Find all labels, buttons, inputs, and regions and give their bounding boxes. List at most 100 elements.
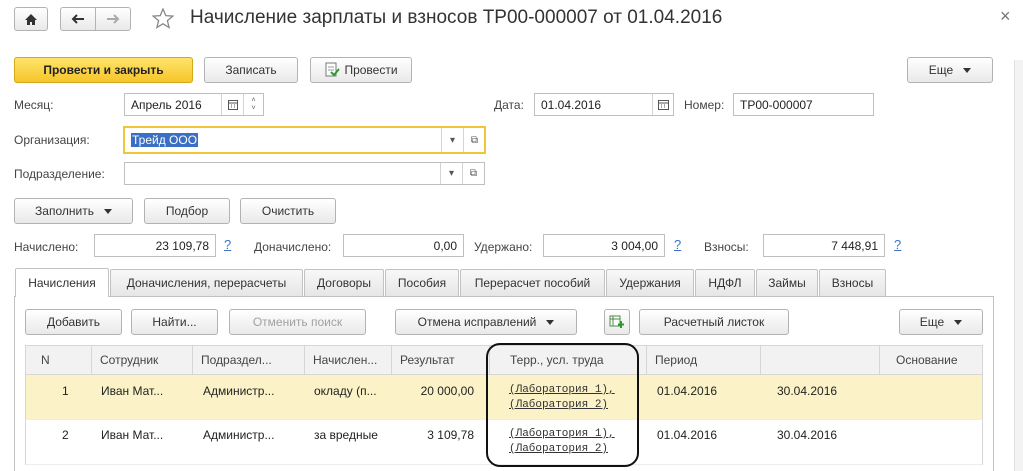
- payslip-label: Расчетный листок: [663, 315, 765, 329]
- department-dropdown-icon[interactable]: ▾: [440, 163, 462, 184]
- organization-dropdown-icon[interactable]: ▾: [441, 128, 463, 152]
- department-field[interactable]: ▾ ⧉: [124, 162, 485, 185]
- arrow-right-icon: [107, 14, 120, 24]
- payslip-button[interactable]: Расчетный листок: [639, 309, 789, 335]
- month-field[interactable]: Апрель 2016 ˄ ˅: [124, 93, 264, 116]
- tab-contributions[interactable]: Взносы: [819, 269, 886, 296]
- chevron-down-icon: [963, 67, 972, 73]
- col-basis[interactable]: Основание: [879, 345, 983, 375]
- row-period-from: 01.04.2016: [657, 384, 718, 398]
- col-result[interactable]: Результат: [391, 345, 489, 375]
- organization-field[interactable]: Трейд ООО ▾ ⧉: [123, 126, 486, 154]
- table-more-button[interactable]: Еще: [899, 309, 983, 335]
- calendar-icon[interactable]: [221, 94, 243, 115]
- table-more-chevron-down-icon: [954, 319, 963, 325]
- territory-highlight-frame: [486, 343, 639, 467]
- window-title: Начисление зарплаты и взносов ТР00-00000…: [190, 7, 723, 28]
- row-period-to: 30.04.2016: [777, 428, 838, 442]
- add-button[interactable]: Добавить: [25, 309, 122, 335]
- col-period[interactable]: Период: [646, 345, 760, 375]
- table-more-label: Еще: [919, 315, 945, 329]
- row-employee: Иван Мат...: [101, 384, 164, 398]
- col-employee[interactable]: Сотрудник: [91, 345, 192, 375]
- tab-loans[interactable]: Займы: [756, 269, 818, 296]
- contributions-help-link[interactable]: ?: [894, 237, 901, 252]
- home-button[interactable]: [14, 7, 48, 31]
- add-column-button[interactable]: [604, 309, 630, 335]
- tab-benefits[interactable]: Пособия: [385, 269, 459, 296]
- tab-ndfl[interactable]: НДФЛ: [695, 269, 755, 296]
- select-label: Подбор: [165, 204, 209, 218]
- tab-extra-accruals[interactable]: Доначисления, перерасчеты: [110, 269, 303, 296]
- row-period-from: 01.04.2016: [657, 428, 718, 442]
- add-label: Добавить: [46, 315, 101, 329]
- accrued-label: Начислено:: [14, 240, 79, 254]
- corrections-button[interactable]: Отмена исправлений: [395, 309, 577, 335]
- cancel-search-button[interactable]: Отменить поиск: [229, 309, 366, 335]
- close-icon[interactable]: ×: [1000, 6, 1011, 27]
- forward-button[interactable]: [95, 7, 131, 31]
- find-button[interactable]: Найти...: [131, 309, 218, 335]
- post-button[interactable]: Провести: [310, 57, 412, 83]
- organization-value: Трейд ООО: [131, 133, 199, 147]
- fill-button[interactable]: Заполнить: [14, 198, 133, 224]
- row-department: Администр...: [203, 428, 275, 442]
- col-period-end[interactable]: [760, 345, 879, 375]
- number-label: Номер:: [684, 98, 725, 112]
- extra-accrued-value: 0,00: [343, 234, 464, 257]
- select-button[interactable]: Подбор: [144, 198, 230, 224]
- col-accrual[interactable]: Начислен...: [304, 345, 391, 375]
- more-label: Еще: [928, 63, 954, 77]
- tab-accruals[interactable]: Начисления: [15, 268, 109, 297]
- date-calendar-icon[interactable]: [652, 94, 673, 115]
- withheld-help-link[interactable]: ?: [674, 237, 681, 252]
- corrections-label: Отмена исправлений: [417, 315, 537, 329]
- department-open-icon[interactable]: ⧉: [462, 163, 484, 184]
- row-period-to: 30.04.2016: [777, 384, 838, 398]
- clear-label: Очистить: [261, 204, 315, 218]
- organization-open-icon[interactable]: ⧉: [463, 128, 484, 152]
- col-department[interactable]: Подраздел...: [192, 345, 304, 375]
- more-button[interactable]: Еще: [907, 57, 993, 83]
- month-spin-icon[interactable]: ˄ ˅: [243, 94, 263, 115]
- date-value: 01.04.2016: [541, 97, 602, 112]
- row-result: 3 109,78: [427, 428, 474, 442]
- favorite-star-icon[interactable]: [151, 7, 175, 32]
- post-document-icon: [325, 62, 341, 77]
- date-field[interactable]: 01.04.2016: [534, 93, 674, 116]
- save-button[interactable]: Записать: [204, 57, 298, 83]
- number-value: ТР00-000007: [740, 97, 813, 112]
- number-field[interactable]: ТР00-000007: [733, 93, 874, 116]
- withheld-label: Удержано:: [474, 240, 533, 254]
- row-number: 2: [62, 428, 69, 442]
- fill-label: Заполнить: [35, 204, 94, 218]
- row-number: 1: [62, 384, 69, 398]
- post-label: Провести: [344, 63, 398, 77]
- date-label: Дата:: [494, 98, 524, 112]
- find-label: Найти...: [152, 315, 197, 329]
- department-label: Подразделение:: [14, 167, 105, 181]
- accrued-help-link[interactable]: ?: [224, 237, 231, 252]
- save-label: Записать: [225, 63, 277, 77]
- tab-benefit-recalc[interactable]: Перерасчет пособий: [460, 269, 605, 296]
- arrow-left-icon: [71, 14, 84, 24]
- post-and-close-label: Провести и закрыть: [43, 63, 164, 77]
- table-add-icon: [609, 315, 624, 328]
- row-employee: Иван Мат...: [101, 428, 164, 442]
- month-value: Апрель 2016: [131, 97, 202, 112]
- clear-button[interactable]: Очистить: [240, 198, 336, 224]
- cancel-search-label: Отменить поиск: [252, 315, 343, 329]
- scrollbar[interactable]: [1014, 60, 1023, 471]
- organization-label: Организация:: [14, 133, 90, 147]
- back-button[interactable]: [60, 7, 96, 31]
- tab-withholdings[interactable]: Удержания: [606, 269, 694, 296]
- row-department: Администр...: [203, 384, 275, 398]
- col-n[interactable]: N: [25, 345, 91, 375]
- month-label: Месяц:: [14, 98, 54, 112]
- post-and-close-button[interactable]: Провести и закрыть: [14, 57, 193, 83]
- row-result: 20 000,00: [420, 384, 474, 398]
- contributions-value: 7 448,91: [763, 234, 885, 257]
- accrued-value: 23 109,78: [94, 234, 216, 257]
- extra-accrued-label: Доначислено:: [254, 240, 332, 254]
- tab-contracts[interactable]: Договоры: [304, 269, 384, 296]
